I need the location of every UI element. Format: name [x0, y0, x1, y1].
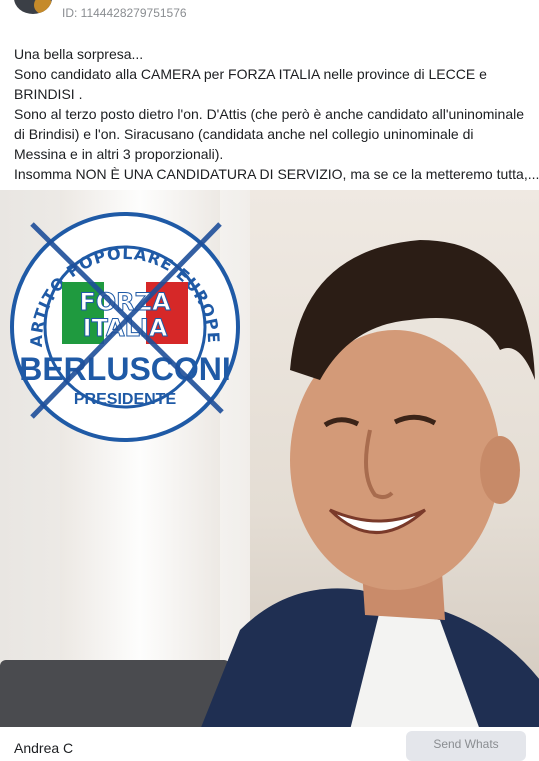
post-text-line: BRINDISI . — [14, 86, 83, 102]
post-text-line: Sono al terzo posto dietro l'on. D'Attis… — [14, 106, 524, 122]
ad-card: ID: 1144428279751576 Una bella sorpresa.… — [0, 0, 539, 761]
advertiser-name: Andrea C — [14, 740, 74, 756]
logo-subtitle-text: PRESIDENTE — [74, 391, 177, 408]
party-logo: PARTITO POPOLARE EUROPEO FORZA ITALIA BE… — [10, 212, 240, 442]
post-image[interactable]: PARTITO POPOLARE EUROPEO FORZA ITALIA BE… — [0, 190, 539, 727]
post-footer: Andrea C Send Whats — [0, 727, 539, 761]
post-text: Una bella sorpresa... Sono candidato all… — [14, 44, 539, 184]
logo-flag-text-1: FORZA — [79, 288, 171, 316]
send-whatsapp-button[interactable]: Send Whats — [406, 731, 526, 761]
avatar[interactable] — [14, 0, 52, 14]
post-text-line: Insomma NON È UNA CANDIDATURA DI SERVIZI… — [14, 166, 539, 182]
post-text-line: Messina e in altri 3 proporzionali). — [14, 146, 224, 162]
post-id: ID: 1144428279751576 — [62, 6, 187, 20]
logo-brand-text: BERLUSCONI — [19, 351, 231, 387]
post-text-line: Sono candidato alla CAMERA per FORZA ITA… — [14, 66, 487, 82]
post-text-line: Una bella sorpresa... — [14, 46, 144, 62]
post-text-line: di Brindisi) e l'on. Siracusano (candida… — [14, 126, 474, 142]
